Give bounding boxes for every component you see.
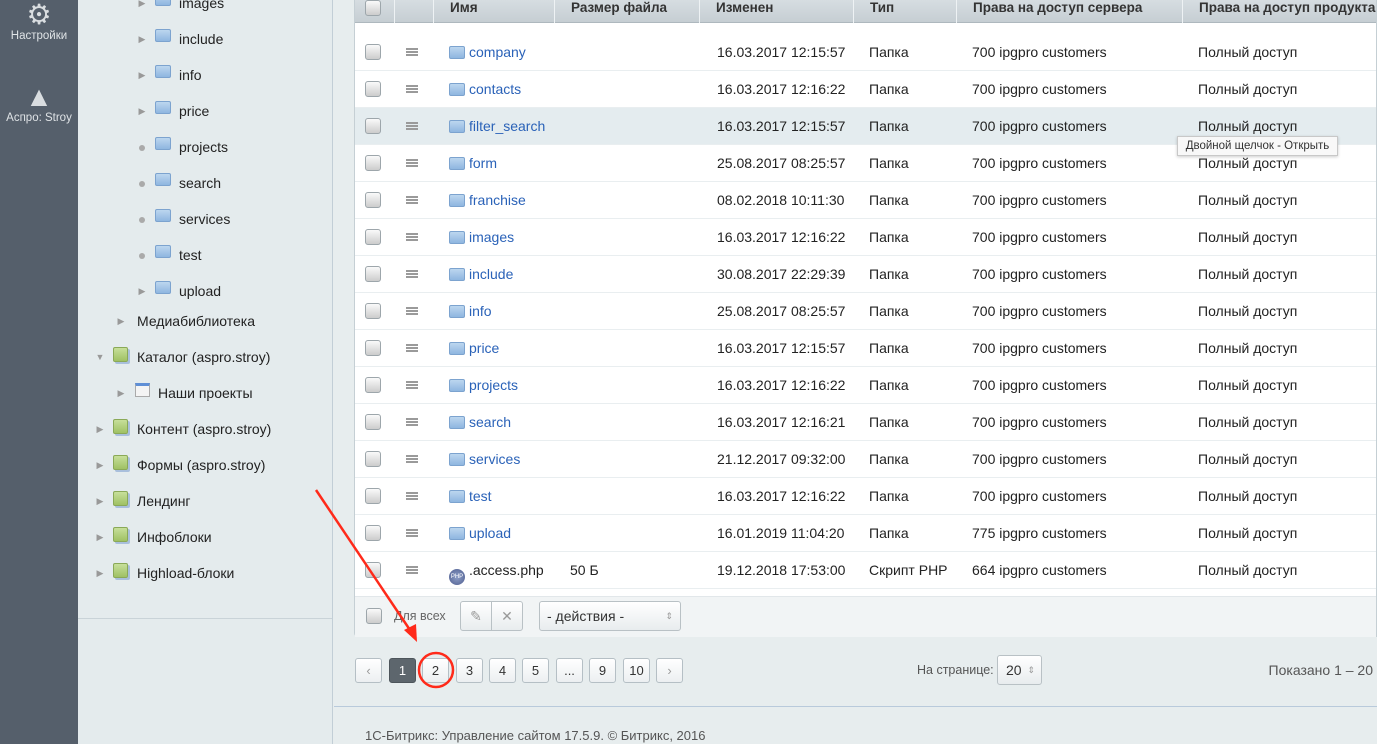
red-arrow-head xyxy=(404,624,417,642)
red-arrow-line xyxy=(314,489,414,634)
annotation-overlay xyxy=(314,489,455,689)
red-circle-highlight xyxy=(417,651,455,689)
